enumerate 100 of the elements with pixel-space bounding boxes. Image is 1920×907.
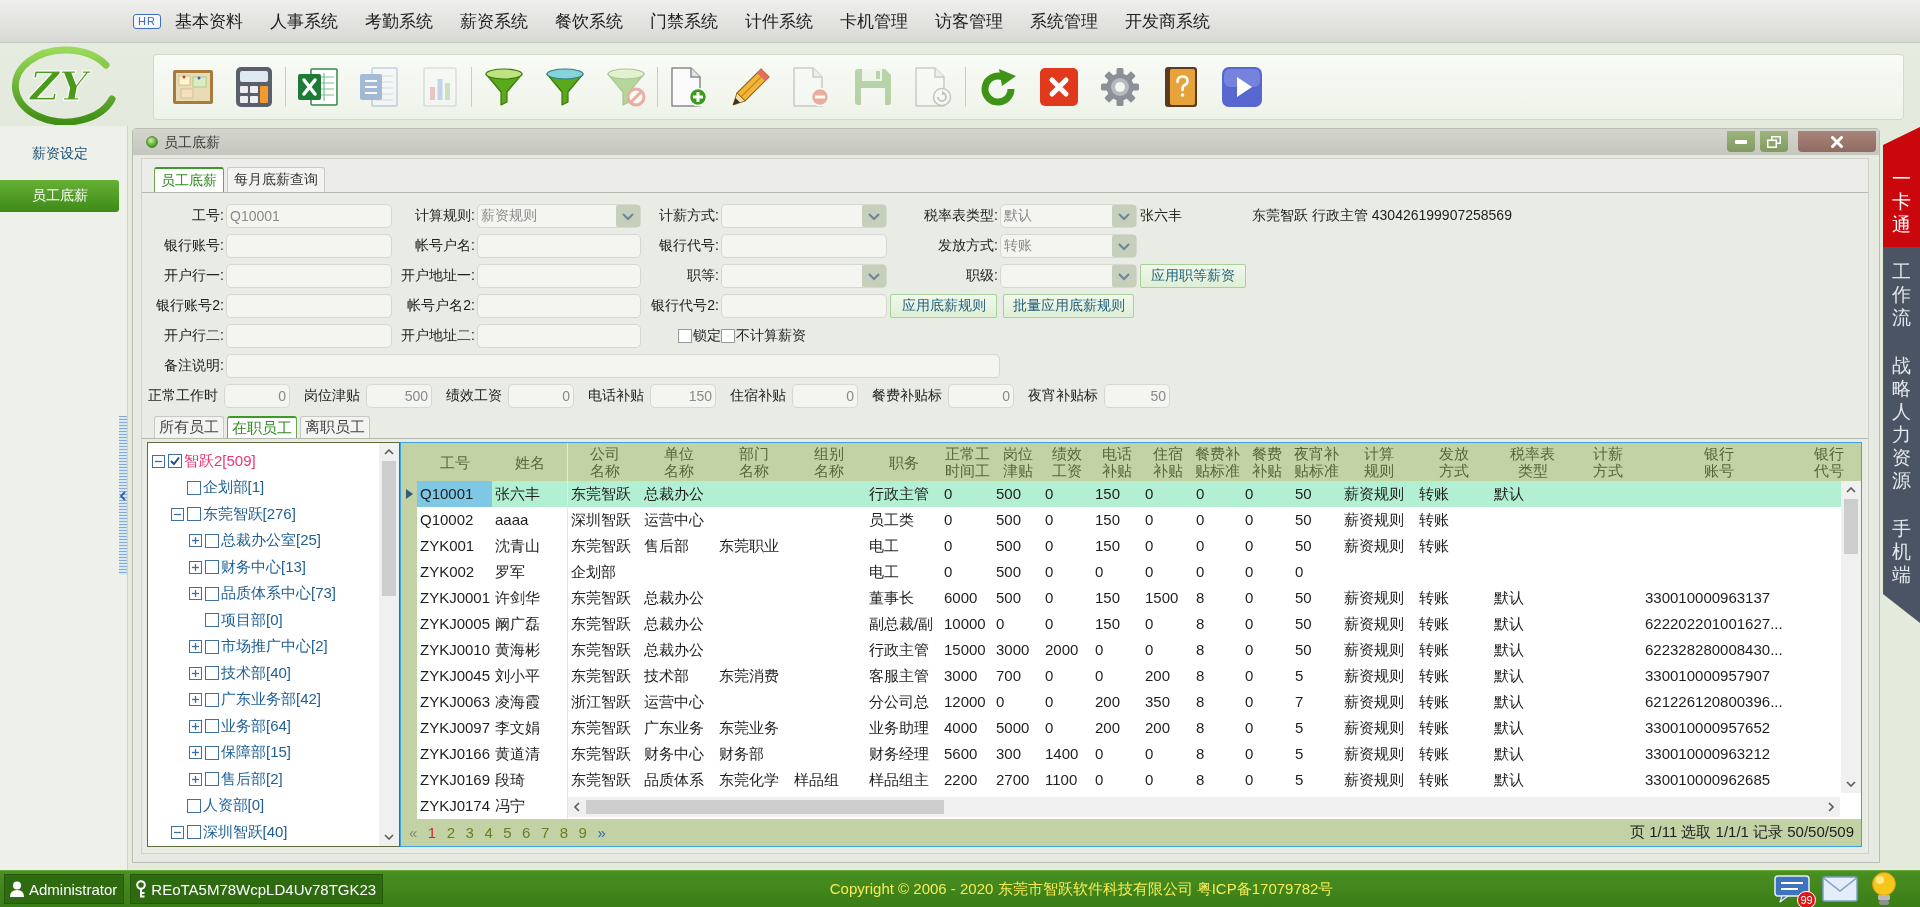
- text-field[interactable]: [721, 294, 887, 318]
- checkbox[interactable]: [205, 692, 219, 707]
- table-row[interactable]: ZYKJ0166 黄道清: [401, 741, 567, 767]
- plus-box-icon[interactable]: [189, 746, 202, 760]
- next-page-link[interactable]: »: [597, 824, 606, 841]
- tree-item[interactable]: 深圳智跃[40]: [202, 822, 288, 842]
- checkbox[interactable]: [205, 613, 219, 628]
- sidebar-item[interactable]: 薪资设定: [0, 138, 119, 170]
- table-row[interactable]: 浙江智跃 运营中心 分公司总 12000 0 0 200 350 8 0 7 薪资规则 转账 默认 621226120800396...: [568, 689, 1841, 715]
- close-button[interactable]: [1798, 131, 1876, 152]
- action-button[interactable]: 批量应用底薪规则: [1003, 294, 1134, 318]
- plus-box-icon[interactable]: [189, 693, 202, 707]
- table-row[interactable]: ZYKJ0169 段琦: [401, 767, 567, 793]
- column-header[interactable]: 部门名称: [738, 445, 769, 479]
- tree-item[interactable]: 保障部[15]: [221, 743, 292, 763]
- action-button[interactable]: 应用底薪规则: [890, 294, 997, 318]
- checkbox[interactable]: [205, 586, 219, 601]
- table-row[interactable]: ZYKJ0174 冯宁: [401, 793, 567, 819]
- checkbox[interactable]: [721, 329, 735, 343]
- side-tab[interactable]: 一卡通: [1883, 127, 1920, 247]
- table-row[interactable]: Q10002 aaaa: [401, 507, 567, 533]
- plus-box-icon[interactable]: [189, 640, 202, 654]
- checkbox[interactable]: [205, 719, 219, 734]
- column-header[interactable]: 职务: [888, 453, 919, 471]
- side-tab[interactable]: 战略人力资源: [1883, 341, 1920, 504]
- text-field[interactable]: [477, 294, 641, 318]
- column-header[interactable]: 电话补贴: [1102, 445, 1132, 479]
- table-row[interactable]: 东莞智跃 总裁办公 副总裁/副 10000 0 0 150 0 8 0 50 薪资规则 转账 默认 622202201001627...: [568, 611, 1841, 637]
- menu-item[interactable]: 开发商系统: [1111, 9, 1224, 34]
- tree-item[interactable]: 总裁办公室[25]: [221, 531, 322, 551]
- tab[interactable]: 离职员工: [300, 416, 370, 438]
- tree-item[interactable]: 业务部[64]: [221, 716, 292, 736]
- plus-box-icon[interactable]: [189, 534, 202, 548]
- tree-item[interactable]: 东莞智跃[276]: [202, 504, 296, 524]
- tree-item[interactable]: 技术部[40]: [221, 663, 292, 683]
- column-header[interactable]: 税率表类型: [1510, 445, 1555, 479]
- text-field[interactable]: [226, 354, 1000, 378]
- vertical-scrollbar[interactable]: [379, 443, 399, 846]
- tree-item[interactable]: 售后部[2]: [221, 769, 283, 789]
- envelope-icon[interactable]: [1822, 876, 1858, 902]
- table-row[interactable]: 企划部 电工 0 500 0 0 0 0 0 0: [568, 559, 1841, 585]
- tree-item[interactable]: 品质体系中心[73]: [221, 584, 337, 604]
- column-header[interactable]: 公司名称: [589, 445, 620, 479]
- tree-item[interactable]: 市场推广中心[2]: [221, 637, 328, 657]
- menu-item[interactable]: 系统管理: [1016, 9, 1112, 34]
- table-row[interactable]: 东莞智跃 品质体系 东莞化学 样品组 样品组主 2200 2700 1100 0 0 8 0 5 薪资规则 转账 默认 330010000962685: [568, 767, 1841, 793]
- minimize-button[interactable]: [1727, 131, 1755, 152]
- column-header[interactable]: 单位名称: [663, 445, 694, 479]
- checkbox[interactable]: [186, 480, 201, 495]
- side-tab[interactable]: 工作流: [1883, 247, 1920, 341]
- text-field[interactable]: [477, 234, 641, 258]
- plus-box-icon[interactable]: [189, 666, 202, 680]
- table-row[interactable]: ZYK001 沈青山: [401, 533, 567, 559]
- plus-box-icon[interactable]: [189, 587, 202, 601]
- column-header[interactable]: 银行账号: [1704, 445, 1734, 479]
- lightbulb-icon[interactable]: [1870, 872, 1898, 906]
- checkbox[interactable]: [678, 329, 692, 343]
- menu-item[interactable]: 考勤系统: [351, 9, 447, 34]
- column-header[interactable]: 餐费补贴: [1252, 445, 1282, 479]
- vertical-scrollbar[interactable]: [1841, 481, 1861, 793]
- text-field[interactable]: [226, 294, 392, 318]
- text-field[interactable]: [721, 234, 887, 258]
- scrollbar-thumb[interactable]: [382, 461, 396, 596]
- tab[interactable]: 在职员工: [227, 416, 297, 438]
- column-header[interactable]: 夜宵补贴标准: [1294, 445, 1339, 479]
- text-field[interactable]: [226, 234, 392, 258]
- checkbox[interactable]: [186, 798, 201, 813]
- table-row[interactable]: 东莞智跃 总裁办公 行政主管 0 500 0 150 0 0 0 50 薪资规则 转账 默认: [568, 481, 1841, 507]
- menu-item[interactable]: 计件系统: [731, 9, 827, 34]
- minus-box-icon[interactable]: [170, 825, 184, 839]
- tab[interactable]: 所有员工: [154, 416, 224, 438]
- column-header[interactable]: 绩效工资: [1052, 445, 1082, 479]
- checkbox[interactable]: [205, 533, 219, 548]
- column-header[interactable]: 计薪方式: [1593, 445, 1623, 479]
- toolbar-button[interactable]: [1219, 65, 1264, 109]
- text-field[interactable]: [226, 324, 392, 348]
- tree-item[interactable]: 企划部[1]: [202, 478, 265, 498]
- minus-box-icon[interactable]: [170, 507, 184, 521]
- text-field[interactable]: [226, 264, 392, 288]
- plus-box-icon[interactable]: [189, 560, 202, 574]
- checkbox[interactable]: [205, 560, 219, 575]
- table-row[interactable]: ZYK002 罗军: [401, 559, 567, 585]
- side-tab[interactable]: 手机端: [1883, 504, 1920, 623]
- table-row[interactable]: 东莞智跃 总裁办公 董事长 6000 500 0 150 1500 8 0 50 薪资规则 转账 默认 330010000963137: [568, 585, 1841, 611]
- menu-item[interactable]: 薪资系统: [446, 9, 542, 34]
- tree-item[interactable]: 智跃2[509]: [184, 451, 256, 471]
- restore-button[interactable]: [1760, 131, 1788, 152]
- table-row[interactable]: ZYKJ0005 阚广磊: [401, 611, 567, 637]
- column-header[interactable]: 发放方式: [1438, 445, 1469, 479]
- menu-item[interactable]: 基本资料: [161, 9, 257, 34]
- chat-icon[interactable]: [1774, 875, 1810, 903]
- tree-item[interactable]: 人资部[0]: [202, 796, 265, 816]
- column-header[interactable]: 银行代号: [1814, 445, 1844, 479]
- table-row[interactable]: ZYKJ0063 凌海霞: [401, 689, 567, 715]
- text-field[interactable]: [477, 264, 641, 288]
- table-row[interactable]: ZYKJ0001 许剑华: [401, 585, 567, 611]
- table-row[interactable]: 深圳智跃 运营中心 员工类 0 500 0 150 0 0 0 50 薪资规则 转账: [568, 507, 1841, 533]
- checkbox[interactable]: [186, 507, 201, 522]
- action-button[interactable]: 应用职等薪资: [1140, 264, 1246, 288]
- plus-box-icon[interactable]: [189, 772, 202, 786]
